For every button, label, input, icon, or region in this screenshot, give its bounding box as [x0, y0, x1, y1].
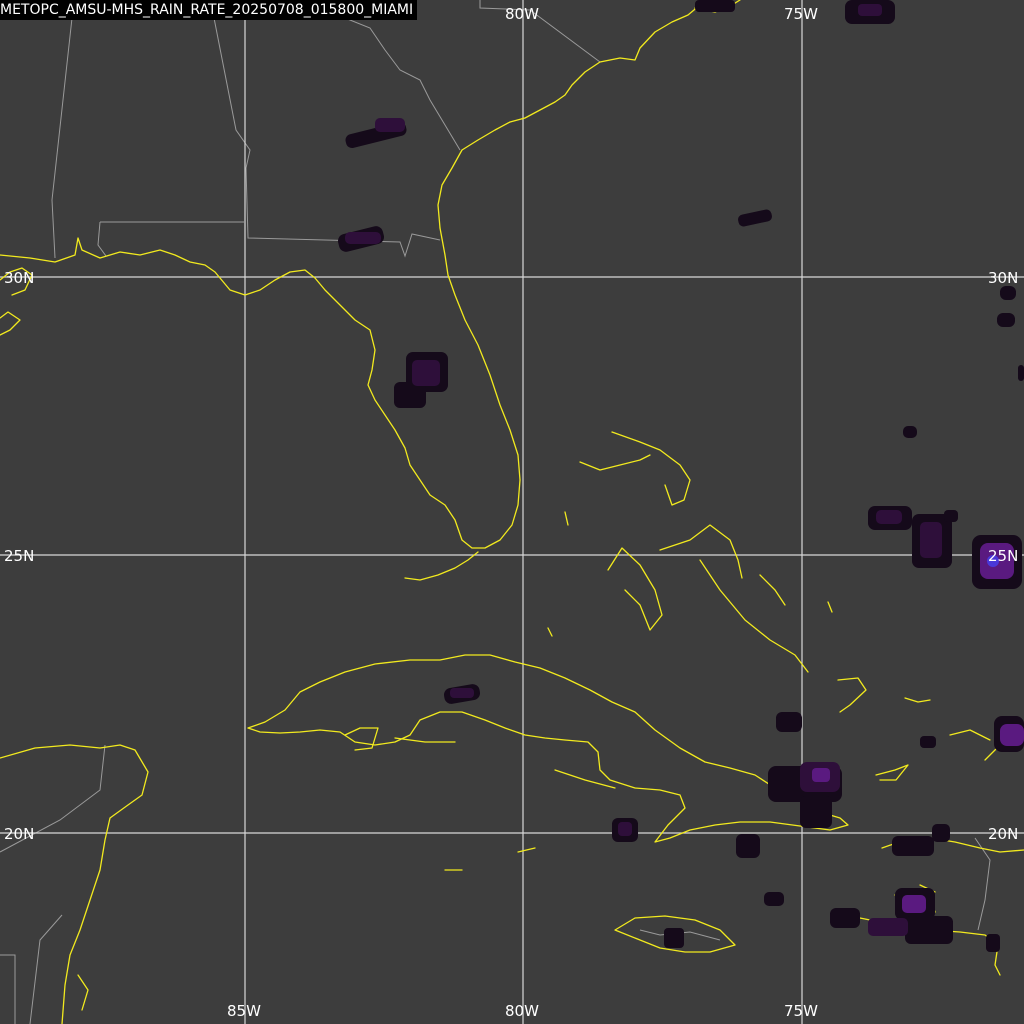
lon-label-top-80w: 80W [505, 5, 539, 23]
lat-label-left-20n: 20N [4, 825, 34, 843]
lon-label-bottom-85w: 85W [227, 1002, 261, 1020]
lon-label-top-75w: 75W [784, 5, 818, 23]
lon-label-bottom-80w: 80W [505, 1002, 539, 1020]
product-title: METOPC_AMSU-MHS_RAIN_RATE_20250708_01580… [0, 0, 418, 20]
rain-rate-map: 80W 75W 85W 80W 75W 30N 25N 20N 30N 25N … [0, 0, 1024, 1024]
lat-label-right-30n: 30N [988, 269, 1018, 287]
lon-label-bottom-75w: 75W [784, 1002, 818, 1020]
lat-label-left-30n: 30N [4, 269, 34, 287]
lat-label-right-25n: 25N [988, 547, 1018, 565]
lat-label-left-25n: 25N [4, 547, 34, 565]
lat-label-right-20n: 20N [988, 825, 1018, 843]
